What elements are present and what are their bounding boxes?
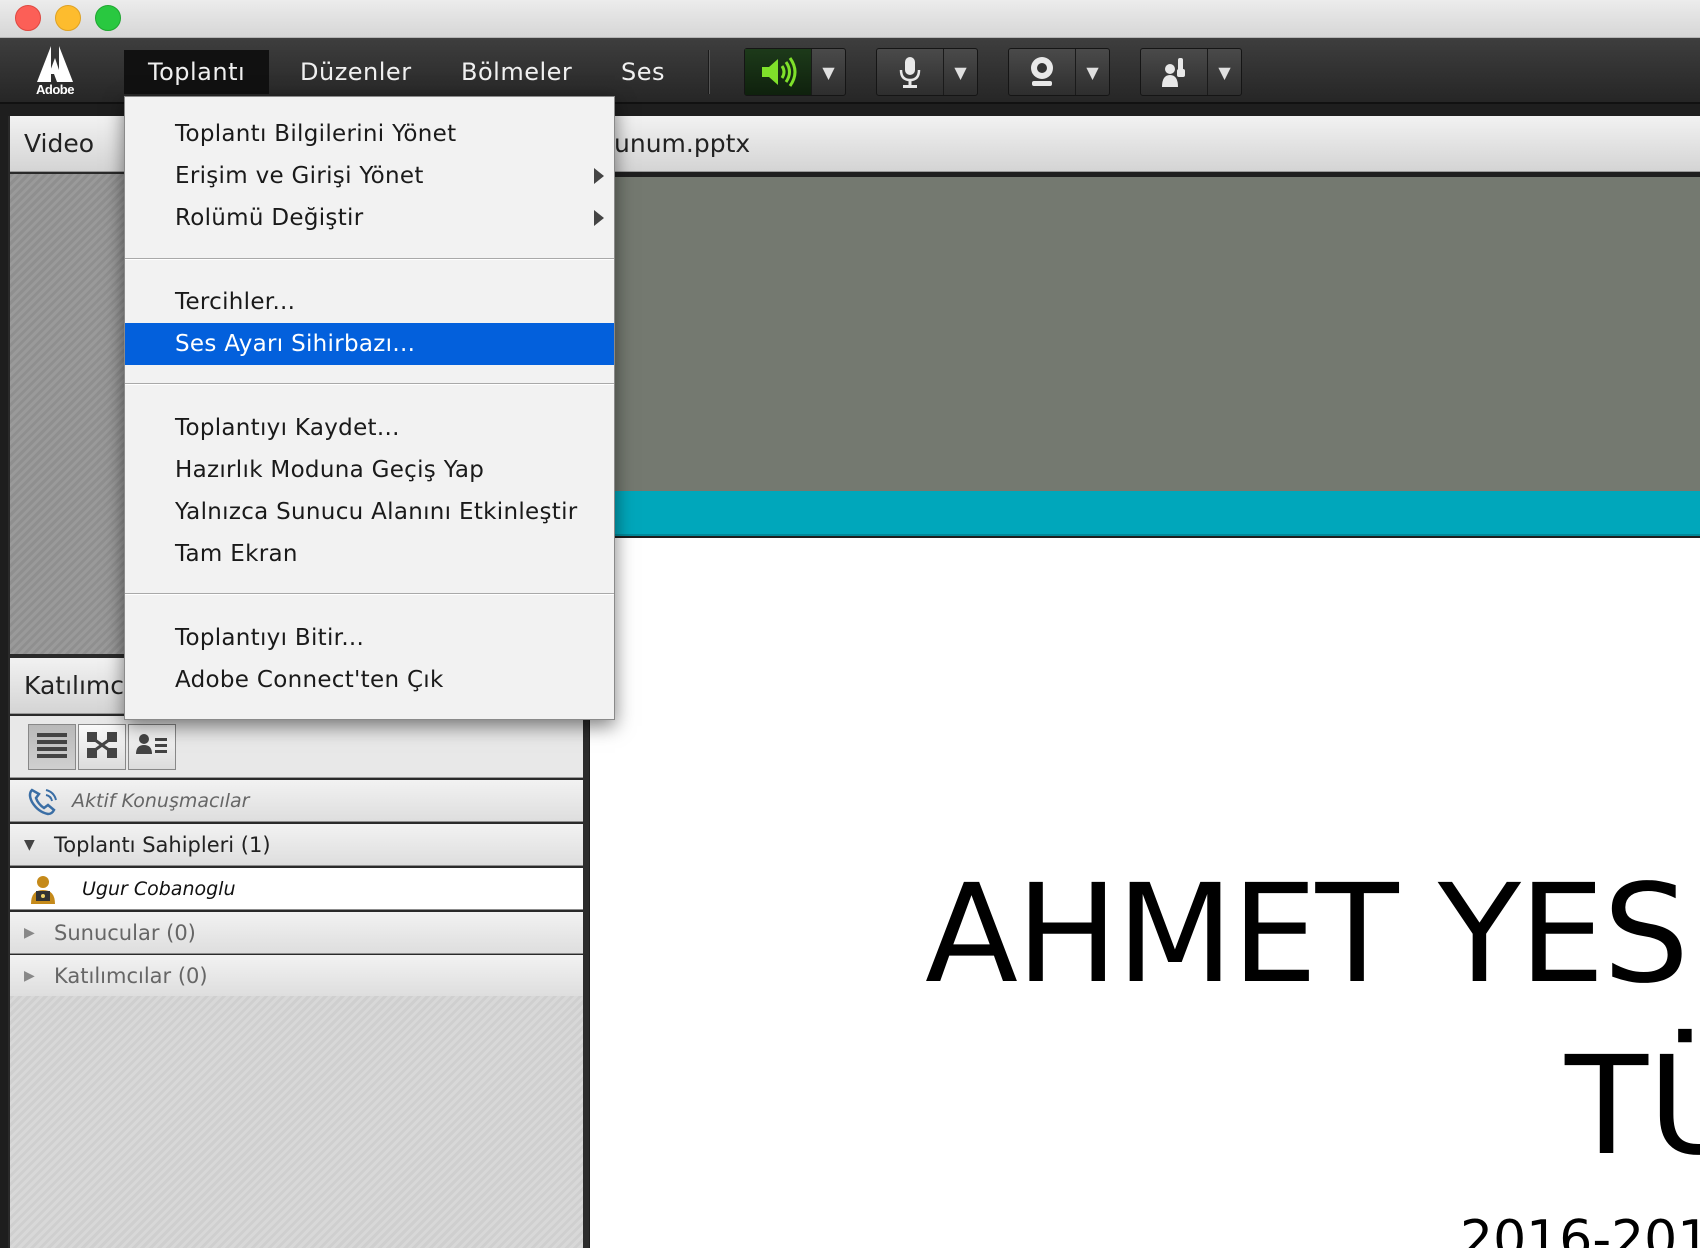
group-participants-label: Katılımcılar (0) (54, 964, 208, 988)
group-presenters-label: Sunucular (0) (54, 921, 196, 945)
webcam-dropdown-icon[interactable]: ▼ (1075, 49, 1109, 95)
menu-separator (125, 258, 614, 260)
group-hosts-label: Toplantı Sahipleri (1) (54, 833, 271, 857)
zoom-window-button[interactable] (95, 5, 121, 31)
menu-item-audio-wizard[interactable]: Ses Ayarı Sihirbazı... (125, 323, 614, 365)
menu-item-full-screen[interactable]: Tam Ekran (125, 533, 614, 575)
attendee-status-view-button[interactable] (128, 724, 176, 770)
host-avatar-icon (26, 874, 60, 904)
menu-item-exit-connect[interactable]: Adobe Connect'ten Çık (125, 659, 614, 701)
group-presenters-row[interactable]: ▶ Sunucular (0) (10, 912, 583, 954)
adobe-logo-text: Adobe (36, 82, 74, 97)
close-window-button[interactable] (15, 5, 41, 31)
menubar-separator (708, 50, 710, 94)
slide-content: AHMET YESE TÜ 2016-201 (590, 538, 1700, 1248)
pod-divider[interactable] (583, 718, 589, 1248)
submenu-arrow-icon (594, 168, 604, 184)
menu-item-presenter-only[interactable]: Yalnızca Sunucu Alanını Etkinleştir (125, 491, 614, 533)
adobe-logo: Adobe (28, 44, 82, 100)
menu-item-manage-access[interactable]: Erişim ve Girişi Yönet (125, 155, 614, 197)
window-titlebar (0, 0, 1700, 38)
menu-bolmeler[interactable]: Bölmeler (437, 50, 596, 94)
active-speakers-row: Aktif Konuşmacılar (10, 780, 583, 822)
person-list-icon (135, 730, 169, 764)
slide-subtitle: TÜ (1565, 1028, 1700, 1186)
app-menubar: Adobe Toplantı Düzenler Bölmeler Ses ▼ ▼ (0, 38, 1700, 104)
raise-hand-icon[interactable] (1141, 49, 1207, 95)
menu-item-prepare-mode[interactable]: Hazırlık Moduna Geçiş Yap (125, 449, 614, 491)
group-hosts-row[interactable]: ▼ Toplantı Sahipleri (1) (10, 824, 583, 866)
menu-item-preferences[interactable]: Tercihler... (125, 281, 614, 323)
webcam-icon[interactable] (1009, 49, 1075, 95)
status-toggle[interactable]: ▼ (1140, 48, 1242, 96)
attendee-row[interactable]: Ugur Cobanoglu (10, 868, 583, 910)
speaker-toggle[interactable]: ▼ (744, 48, 846, 96)
attendee-name: Ugur Cobanoglu (82, 878, 236, 900)
slide-accent-band (590, 491, 1700, 536)
menu-item-end-meeting[interactable]: Toplantıyı Bitir... (125, 617, 614, 659)
slide-year: 2016-201 (1460, 1210, 1700, 1248)
menu-item-record-meeting[interactable]: Toplantıyı Kaydet... (125, 407, 614, 449)
adobe-logo-icon (28, 44, 82, 84)
menu-item-manage-access-label: Erişim ve Girişi Yönet (175, 163, 424, 189)
breakout-rooms-icon (85, 730, 119, 764)
menu-ses[interactable]: Ses (597, 50, 689, 94)
menu-item-change-role[interactable]: Rolümü Değiştir (125, 197, 614, 239)
list-view-button[interactable] (28, 724, 76, 770)
share-pod-title: unum.pptx (590, 116, 1700, 172)
minimize-window-button[interactable] (55, 5, 81, 31)
status-dropdown-icon[interactable]: ▼ (1207, 49, 1241, 95)
menu-duzenler[interactable]: Düzenler (276, 50, 436, 94)
menu-item-change-role-label: Rolümü Değiştir (175, 205, 364, 231)
attendees-empty-area (10, 996, 583, 1248)
speaker-dropdown-icon[interactable]: ▼ (811, 49, 845, 95)
group-participants-row[interactable]: ▶ Katılımcılar (0) (10, 955, 583, 997)
attendees-view-toolbar (10, 716, 583, 778)
microphone-dropdown-icon[interactable]: ▼ (943, 49, 977, 95)
speaker-icon[interactable] (745, 49, 811, 95)
menu-item-manage-info[interactable]: Toplantı Bilgilerini Yönet (125, 113, 614, 155)
collapsed-triangle-icon[interactable]: ▶ (24, 955, 35, 997)
webcam-toggle[interactable]: ▼ (1008, 48, 1110, 96)
submenu-arrow-icon (594, 210, 604, 226)
phone-icon (26, 786, 60, 816)
breakout-view-button[interactable] (78, 724, 126, 770)
menu-separator (125, 383, 614, 385)
slide-title: AHMET YESE (925, 856, 1700, 1014)
slide-header-band (590, 177, 1700, 491)
microphone-icon[interactable] (877, 49, 943, 95)
expanded-triangle-icon[interactable]: ▼ (24, 824, 35, 866)
list-view-icon (35, 730, 69, 764)
active-speakers-label: Aktif Konuşmacılar (72, 790, 250, 812)
microphone-toggle[interactable]: ▼ (876, 48, 978, 96)
menu-separator (125, 593, 614, 595)
menu-toplanti[interactable]: Toplantı (124, 50, 270, 94)
meeting-dropdown-menu: Toplantı Bilgilerini Yönet Erişim ve Gir… (124, 96, 615, 720)
collapsed-triangle-icon[interactable]: ▶ (24, 912, 35, 954)
